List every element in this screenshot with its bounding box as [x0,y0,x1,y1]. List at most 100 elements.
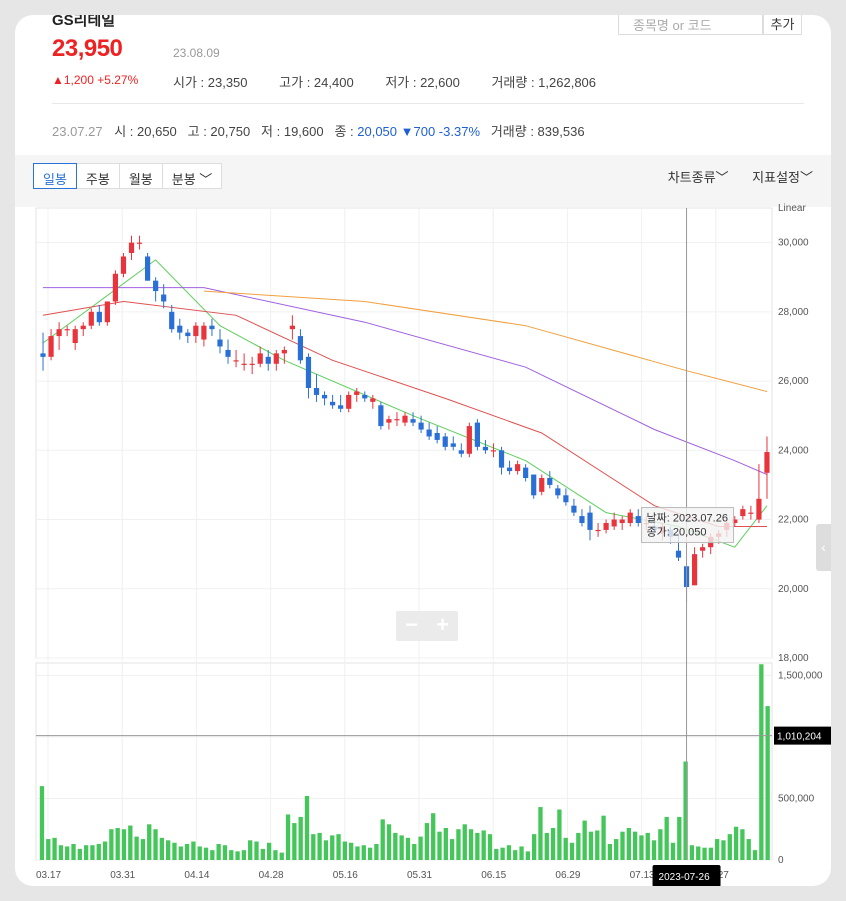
volume-bar [513,850,518,860]
date-crosshair-value: 2023-07-26 [659,872,711,883]
price-tick-label: 26,000 [778,376,809,387]
candle [498,450,505,468]
candle [273,353,279,364]
volume-bar [456,829,461,860]
candle [764,452,770,473]
candle [233,360,239,362]
tooltip-date: 날짜: 2023.07.26 [647,512,728,525]
candle [88,311,94,326]
candle [56,329,62,337]
volume-bar [317,832,322,860]
volume-bar [191,841,196,860]
volume-bar [292,823,297,860]
price-tick-label: 24,000 [778,445,809,456]
volume-bar [569,842,575,860]
volume-bar [765,706,770,860]
volume-bar [494,848,499,860]
volume-bar [740,829,745,860]
volume-bar [349,842,354,860]
x-tick-label: 04.14 [184,870,209,881]
candle [40,353,46,357]
volume-bar [462,824,467,860]
candle [571,505,577,513]
volume-bar [721,840,726,860]
zoom-in-button[interactable]: + [427,611,458,641]
candle [177,325,183,333]
volume-bar [386,824,392,860]
candle [394,419,400,421]
volume-tick-label: 1,500,000 [778,670,823,681]
price-tick-label: 28,000 [778,307,809,318]
x-tick-label: 07.13 [630,870,655,881]
volume-bar [550,827,556,860]
volume-bar [519,846,524,860]
volume-bar [159,837,165,860]
volume-bar [266,842,272,860]
volume-bar [121,829,127,860]
candle [402,415,408,423]
volume-bar [393,832,398,860]
price-tick-label: 20,000 [778,584,809,595]
x-tick-label: 05.31 [407,870,432,881]
volume-bar [576,832,581,860]
zoom-out-button[interactable]: − [396,611,427,641]
candle [321,394,328,399]
volume-bar [298,816,303,860]
volume-bar [210,850,215,860]
candle [225,349,231,357]
candle [185,332,191,337]
volume-bar [216,843,221,860]
candle [217,339,223,347]
candle [313,388,320,395]
volume-bar [336,834,341,860]
volume-bar [115,827,120,860]
candle [482,446,489,451]
price-tick-label: 22,000 [778,515,809,526]
volume-bar [658,829,663,860]
x-tick-label: 06.29 [555,870,580,881]
volume-bar [708,847,714,860]
price-tick-label: 30,000 [778,238,809,249]
x-tick-label: 06.15 [481,870,506,881]
candle [80,325,86,330]
volume-bar [670,842,676,860]
volume-bar [759,664,764,860]
tab-daily[interactable]: 일봉 [33,163,77,189]
candle [136,242,143,244]
candle [458,450,464,454]
volume-bar [52,837,57,860]
volume-bar [645,832,650,860]
side-panel-toggle[interactable]: ‹ [816,524,831,571]
volume-bar [285,814,291,860]
volume-bar [506,845,512,860]
zoom-control: − + [396,611,458,641]
candle [201,325,207,340]
volume-bar [184,843,190,860]
candle [506,467,513,472]
volume-bar [134,836,139,860]
volume-bar [367,847,373,860]
volume-bar [538,807,543,860]
volume-bar [380,819,385,860]
price-tick-label: 18,000 [778,653,809,664]
candle [579,516,585,523]
volume-bar [172,842,177,860]
volume-bar [525,851,531,860]
volume-bar [475,832,480,860]
volume-bar [620,831,625,860]
volume-bar [235,851,240,860]
volume-bar [715,839,720,860]
candle [193,325,199,337]
candle [249,363,255,365]
candle [241,363,247,365]
volume-bar [229,850,234,860]
volume-bar [557,809,562,860]
candle [161,294,167,302]
stock-chart[interactable]: 18,000 20,000 22,000 24,000 26,000 28,000 30,0… [15,15,831,886]
volume-bar [58,845,64,860]
volume-bar [696,846,701,860]
volume-bar [443,827,448,860]
candle [289,325,295,330]
candle [595,529,601,532]
candle [48,336,54,357]
